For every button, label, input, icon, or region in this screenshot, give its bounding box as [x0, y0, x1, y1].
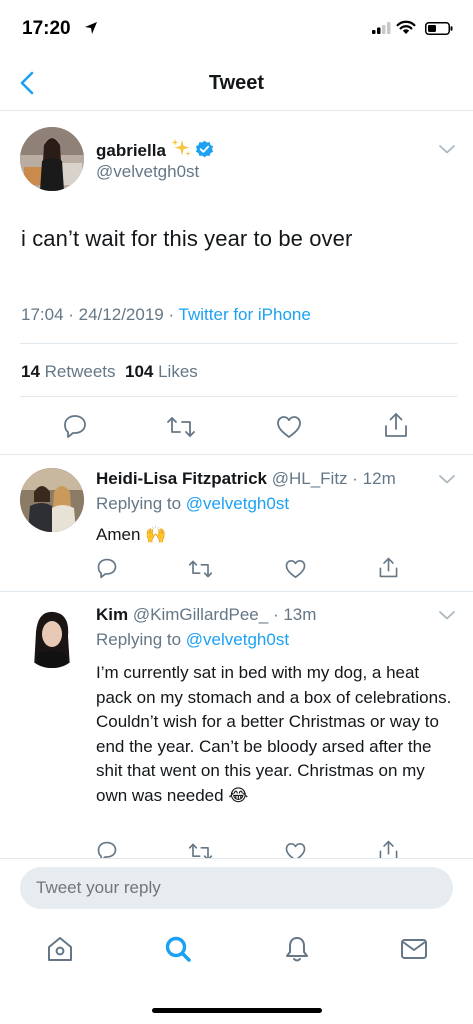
author-avatar[interactable]: [20, 127, 84, 191]
cellular-signal-icon: [372, 22, 391, 34]
reply-avatar[interactable]: [20, 604, 84, 668]
reply-text: Amen 🙌: [96, 525, 167, 544]
battery-icon: [425, 22, 453, 35]
share-icon[interactable]: [383, 411, 409, 439]
author-name[interactable]: gabriella: [96, 141, 166, 160]
replying-to: Replying to @velvetgh0st: [96, 494, 289, 514]
heart-icon[interactable]: [275, 414, 303, 440]
reply-text: I’m currently sat in bed with my dog, a …: [96, 663, 452, 805]
likes-label[interactable]: Likes: [158, 362, 198, 381]
reply-author-row[interactable]: Kim @KimGillardPee_ · 13m: [96, 605, 316, 625]
reply-avatar[interactable]: [20, 468, 84, 532]
status-time: 17:20: [22, 18, 71, 39]
tweet-meta: 17:04 · 24/12/2019 · Twitter for iPhone: [21, 305, 311, 325]
chevron-down-icon[interactable]: [438, 473, 456, 485]
divider: [20, 396, 457, 397]
chevron-down-icon[interactable]: [438, 609, 456, 621]
share-icon[interactable]: [378, 556, 399, 579]
reply-author-row[interactable]: Heidi-Lisa Fitzpatrick @HL_Fitz · 12m: [96, 469, 396, 489]
reply-input[interactable]: [20, 867, 453, 909]
author-name-row[interactable]: gabriella: [96, 138, 214, 161]
divider: [20, 343, 457, 344]
replying-to-mention[interactable]: @velvetgh0st: [186, 494, 289, 513]
divider: [0, 454, 473, 455]
reply-author-name[interactable]: Heidi-Lisa Fitzpatrick: [96, 469, 267, 488]
location-arrow-icon: [85, 22, 97, 34]
chevron-down-icon[interactable]: [438, 143, 456, 155]
reply-author-handle[interactable]: @HL_Fitz · 12m: [272, 469, 396, 488]
nav-bar: Tweet: [0, 56, 473, 111]
mail-icon[interactable]: [399, 934, 429, 964]
tweet-stats: 14 Retweets 104 Likes: [21, 362, 198, 382]
reply-icon[interactable]: [62, 413, 88, 439]
search-icon[interactable]: [163, 934, 193, 964]
tweet-text: i can’t wait for this year to be over: [21, 226, 353, 251]
tweet-timestamp: 17:04 · 24/12/2019 ·: [21, 305, 175, 324]
reply-author-name[interactable]: Kim: [96, 605, 128, 624]
status-bar: 17:20: [0, 0, 473, 56]
replying-to: Replying to @velvetgh0st: [96, 630, 289, 650]
replying-to-mention[interactable]: @velvetgh0st: [186, 630, 289, 649]
replying-to-prefix: Replying to: [96, 630, 182, 649]
retweet-icon[interactable]: [188, 558, 213, 580]
retweet-icon[interactable]: [166, 414, 196, 440]
verified-badge-icon: [195, 140, 213, 158]
divider: [0, 591, 473, 592]
author-handle[interactable]: @velvetgh0st: [96, 162, 199, 182]
home-indicator: [152, 1008, 322, 1013]
tweet-source-link[interactable]: Twitter for iPhone: [179, 305, 311, 324]
reply-icon[interactable]: [96, 557, 118, 579]
wifi-icon: [396, 20, 416, 34]
sparkles-icon: [171, 139, 191, 157]
retweets-count[interactable]: 14: [21, 362, 40, 381]
bell-icon[interactable]: [282, 934, 312, 964]
reply-bar: [0, 858, 473, 920]
heart-icon[interactable]: [284, 558, 307, 580]
page-title: Tweet: [208, 72, 265, 94]
home-icon[interactable]: [45, 934, 75, 964]
likes-count[interactable]: 104: [125, 362, 153, 381]
retweets-label[interactable]: Retweets: [45, 362, 116, 381]
replying-to-prefix: Replying to: [96, 494, 182, 513]
reply-author-handle[interactable]: @KimGillardPee_ · 13m: [133, 605, 317, 624]
